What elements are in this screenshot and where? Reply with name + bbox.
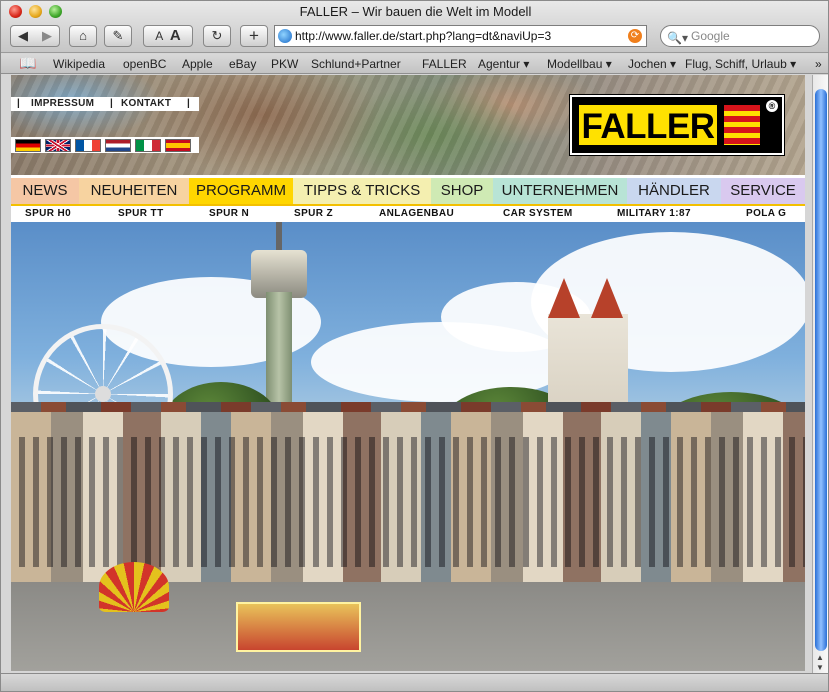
search-icon: 🔍▾ xyxy=(667,31,688,45)
bookmark-folder-jochen[interactable]: Jochen ▾ xyxy=(628,57,676,71)
tv-tower-head xyxy=(251,250,307,298)
subnav-pola-g[interactable]: POLA G xyxy=(746,208,786,219)
text-smaller-button[interactable]: A xyxy=(155,29,163,43)
faller-logo[interactable]: FALLER ® xyxy=(569,94,785,156)
language-flags xyxy=(11,137,199,153)
subnav-spur-h0[interactable]: SPUR H0 xyxy=(25,208,71,219)
add-bookmark-button[interactable]: + xyxy=(240,25,268,47)
search-placeholder: Google xyxy=(691,29,730,43)
forward-arrow-icon[interactable]: ▶ xyxy=(35,26,59,46)
subnav-military[interactable]: MILITARY 1:87 xyxy=(617,208,691,219)
flag-french-icon[interactable] xyxy=(75,139,101,152)
fairground-stall xyxy=(236,602,361,652)
hero-model-town-image xyxy=(11,222,805,671)
registered-mark: ® xyxy=(766,100,778,112)
snapback-icon[interactable]: ⟳ xyxy=(628,29,642,43)
bookmark-folder-flug-schiff-urlaub[interactable]: Flug, Schiff, Urlaub ▾ xyxy=(685,57,796,71)
subnav-spur-z[interactable]: SPUR Z xyxy=(294,208,333,219)
nav-service[interactable]: SERVICE xyxy=(721,178,805,204)
sub-navigation: SPUR H0 SPUR TT SPUR N SPUR Z ANLAGENBAU… xyxy=(11,206,805,221)
logo-wordmark: FALLER xyxy=(581,107,715,146)
reload-button[interactable]: ↻ xyxy=(203,25,231,47)
pencil-icon: ✎ xyxy=(112,28,124,43)
nav-news[interactable]: NEWS xyxy=(11,178,79,204)
nav-unternehmen[interactable]: UNTERNEHMEN xyxy=(493,178,627,204)
bookmark-folder-modellbau[interactable]: Modellbau ▾ xyxy=(547,57,612,71)
text-bigger-button[interactable]: A xyxy=(170,27,181,44)
subnav-spur-tt[interactable]: SPUR TT xyxy=(118,208,164,219)
flag-dutch-icon[interactable] xyxy=(105,139,131,152)
bookmark-openbc[interactable]: openBC xyxy=(123,57,166,71)
logo-wordmark-box: FALLER xyxy=(577,103,719,147)
subnav-spur-n[interactable]: SPUR N xyxy=(209,208,249,219)
ferris-wheel-hub xyxy=(95,386,111,402)
bookmarks-book-icon[interactable]: 📖 xyxy=(19,55,36,72)
logo-stripes-icon xyxy=(722,103,762,147)
bookmark-apple[interactable]: Apple xyxy=(182,57,213,71)
flag-german-icon[interactable] xyxy=(15,139,41,152)
impressum-link[interactable]: IMPRESSUM xyxy=(31,97,94,111)
nav-tipps-tricks[interactable]: TIPPS & TRICKS xyxy=(293,178,431,204)
window-title: FALLER – Wir bauen die Welt im Modell xyxy=(299,4,532,19)
search-field[interactable]: 🔍▾ Google xyxy=(660,25,820,47)
tv-tower-antenna xyxy=(276,222,282,252)
church-spire-left xyxy=(548,278,580,318)
top-link-separator: | xyxy=(17,98,21,109)
top-link-separator: | xyxy=(110,98,114,109)
edit-bookmarks-button[interactable]: ✎ xyxy=(104,25,132,47)
status-bar xyxy=(1,673,828,691)
vertical-scrollbar[interactable]: ▲ ▼ xyxy=(812,75,828,673)
text-size-buttons[interactable]: A A xyxy=(143,25,193,47)
bookmark-wikipedia[interactable]: Wikipedia xyxy=(53,57,105,71)
scroll-down-arrow-icon[interactable]: ▼ xyxy=(816,663,824,672)
subnav-anlagenbau[interactable]: ANLAGENBAU xyxy=(379,208,454,219)
plus-icon: + xyxy=(249,26,259,45)
flag-spanish-icon[interactable] xyxy=(165,139,191,152)
nav-neuheiten[interactable]: NEUHEITEN xyxy=(79,178,189,204)
scroll-up-arrow-icon[interactable]: ▲ xyxy=(816,653,824,662)
web-page: | IMPRESSUM | KONTAKT | FALLER ® NEWS NE… xyxy=(11,75,805,671)
scrollbar-thumb[interactable] xyxy=(815,89,827,651)
carousel xyxy=(99,562,169,612)
house-windows xyxy=(11,437,805,567)
bookmark-folder-agentur[interactable]: Agentur ▾ xyxy=(478,57,529,71)
flag-english-icon[interactable] xyxy=(45,139,71,152)
bookmark-schlund-partner[interactable]: Schlund+Partner xyxy=(311,57,401,71)
kontakt-link[interactable]: KONTAKT xyxy=(121,97,171,111)
church-spire-right xyxy=(591,278,623,318)
nav-shop[interactable]: SHOP xyxy=(431,178,493,204)
url-text: http://www.faller.de/start.php?lang=dt&n… xyxy=(295,29,552,43)
nav-haendler[interactable]: HÄNDLER xyxy=(627,178,721,204)
bookmark-ebay[interactable]: eBay xyxy=(229,57,256,71)
home-icon: ⌂ xyxy=(79,28,87,43)
bookmarks-overflow-button[interactable]: » xyxy=(815,57,822,71)
globe-icon xyxy=(278,29,292,43)
top-link-separator: | xyxy=(187,98,191,109)
bookmark-faller[interactable]: FALLER xyxy=(422,57,467,71)
back-arrow-icon[interactable]: ◀ xyxy=(11,26,35,46)
subnav-car-system[interactable]: CAR SYSTEM xyxy=(503,208,573,219)
bookmarks-bar: 📖 Wikipedia openBC Apple eBay PKW Schlun… xyxy=(1,54,828,74)
bookmark-pkw[interactable]: PKW xyxy=(271,57,298,71)
reload-icon: ↻ xyxy=(211,28,223,43)
main-navigation: NEWS NEUHEITEN PROGRAMM TIPPS & TRICKS S… xyxy=(11,178,805,204)
nav-programm[interactable]: PROGRAMM xyxy=(189,178,293,204)
browser-window: FALLER – Wir bauen die Welt im Modell ◀ ▶… xyxy=(0,0,829,692)
back-forward-buttons[interactable]: ◀ ▶ xyxy=(10,25,60,47)
title-bar: FALLER – Wir bauen die Welt im Modell ◀ ▶… xyxy=(1,1,828,53)
site-header-banner: | IMPRESSUM | KONTAKT | FALLER ® xyxy=(11,75,805,175)
flag-italian-icon[interactable] xyxy=(135,139,161,152)
address-bar[interactable]: http://www.faller.de/start.php?lang=dt&n… xyxy=(274,25,647,47)
home-button[interactable]: ⌂ xyxy=(69,25,97,47)
top-links: | IMPRESSUM | KONTAKT | xyxy=(11,97,199,111)
